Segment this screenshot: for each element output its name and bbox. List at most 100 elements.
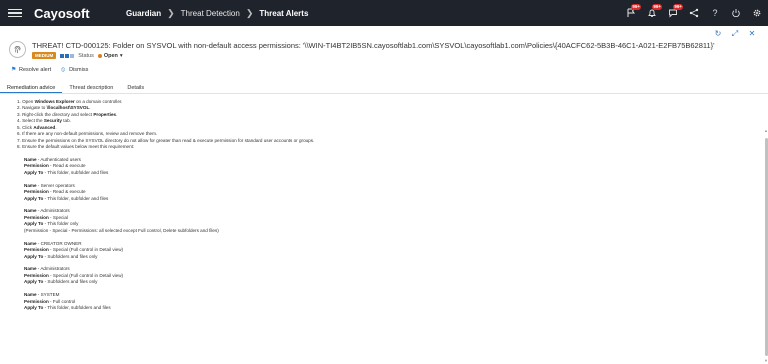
field-label: Apply To	[24, 253, 44, 259]
tasks-button[interactable]: 99+	[668, 4, 683, 18]
severity-row: MEDIUM Status Open ▾	[32, 52, 123, 59]
field-label: Name	[24, 266, 37, 272]
notifications-button[interactable]: 99+	[626, 4, 641, 18]
field-label: Name	[24, 208, 37, 214]
close-button[interactable]: ✕	[748, 30, 756, 38]
refresh-button[interactable]: ↻	[714, 30, 722, 38]
resolve-alert-label: Resolve alert	[19, 67, 52, 73]
severity-level-indicator	[60, 53, 75, 58]
step-text: 7. Ensure the permissions on the SYSVOL …	[17, 137, 315, 143]
scroll-down-icon[interactable]: ▼	[764, 358, 768, 363]
field-label: Name	[24, 182, 37, 188]
share-button[interactable]	[689, 8, 699, 18]
breadcrumb-item-threat-detection[interactable]: Threat Detection	[181, 9, 240, 18]
step-emphasis: Security	[43, 118, 62, 124]
status-value[interactable]: Open ▾	[97, 52, 123, 59]
field-value: Special (Full control in Detail view)	[52, 272, 124, 278]
severity-badge: MEDIUM	[32, 52, 57, 59]
field-value: Server operators	[40, 182, 75, 188]
field-label: Apply To	[24, 221, 44, 227]
field-value: This folder, subfolders and files	[47, 305, 111, 310]
step-text: 3. Right-click the directory and select	[17, 111, 94, 117]
remediation-content: 1. Open Windows Explorer on a domain con…	[17, 99, 314, 311]
alert-actions: ⚑ Resolve alert ⦸ Dismiss	[11, 67, 88, 73]
step-text: 6. If there are any non-default permissi…	[17, 131, 158, 137]
status-dot-icon	[97, 53, 102, 58]
field-label: Name	[24, 156, 37, 162]
expand-icon: ⤢	[731, 29, 739, 38]
field-value: This folder, subfolder and files	[47, 169, 109, 175]
alerts-button[interactable]: 99+	[647, 4, 662, 18]
permission-apply-to-line: Apply To - This folder, subfolders and f…	[17, 305, 314, 311]
field-value: Authenticated users	[40, 156, 81, 162]
step-text: .	[116, 111, 118, 117]
field-label: Permission	[24, 247, 49, 253]
field-value: Read & execute	[52, 163, 86, 169]
chevron-right-icon: ❯	[167, 7, 175, 18]
tab-bar: Remediation advice Threat description De…	[0, 83, 768, 94]
menu-icon[interactable]	[8, 8, 22, 18]
step-text: 2. Navigate to	[17, 105, 47, 111]
breadcrumb-item-guardian[interactable]: Guardian	[126, 9, 161, 18]
resolve-icon: ⚑	[11, 67, 17, 73]
tab-details[interactable]: Details	[120, 83, 151, 93]
field-label: Permission	[24, 272, 49, 278]
threat-type-icon	[9, 41, 26, 58]
scroll-up-icon[interactable]: ▲	[764, 128, 768, 133]
step-text: 5. Click	[17, 124, 34, 130]
field-label: Apply To	[24, 305, 44, 310]
field-label: Apply To	[24, 279, 44, 285]
field-label: Apply To	[24, 169, 44, 175]
field-label: Permission	[24, 189, 49, 195]
field-value: Subfolders and files only	[47, 279, 98, 285]
step-text: 1. Open	[17, 99, 35, 104]
fingerprint-icon	[14, 45, 21, 54]
field-label: Name	[24, 240, 37, 246]
field-value: Administrators	[40, 266, 70, 272]
tab-remediation-advice[interactable]: Remediation advice	[0, 83, 63, 93]
top-bar-icons: 99+ 99+ 99+ ?	[626, 0, 762, 26]
dismiss-icon: ⦸	[61, 67, 66, 73]
status-value-text: Open	[103, 52, 118, 59]
status-label: Status	[78, 52, 94, 59]
power-icon	[732, 9, 740, 18]
power-button[interactable]	[731, 8, 741, 18]
field-value: Special (Full control in Detail view)	[52, 247, 124, 253]
chevron-right-icon: ❯	[245, 7, 254, 18]
step-emphasis: Windows Explorer	[34, 99, 75, 104]
app-logo[interactable]: Cayosoft	[34, 6, 126, 21]
step-text: 4. Select the	[17, 118, 44, 124]
field-value: CREATOR OWNER	[40, 240, 82, 246]
step-emphasis: Properties	[93, 111, 117, 117]
field-value: This folder only	[47, 221, 79, 227]
notifications-badge: 99+	[631, 4, 641, 10]
field-label: Permission	[24, 163, 49, 169]
top-navigation-bar: Cayosoft Guardian ❯ Threat Detection ❯ T…	[0, 0, 768, 26]
settings-button[interactable]	[752, 8, 762, 18]
step-text: 8. Ensure the default values below meet …	[17, 144, 135, 150]
field-value: This folder, subfolder and files	[47, 195, 109, 201]
dismiss-label: Dismiss	[69, 67, 89, 73]
step-text: .	[89, 105, 91, 111]
tab-threat-description[interactable]: Threat description	[62, 83, 120, 93]
help-button[interactable]: ?	[710, 8, 720, 18]
field-value: Administrators	[40, 208, 70, 214]
close-icon: ✕	[748, 29, 756, 38]
resolve-alert-button[interactable]: ⚑ Resolve alert	[11, 67, 51, 73]
dismiss-button[interactable]: ⦸ Dismiss	[61, 67, 88, 73]
field-label: Apply To	[24, 195, 44, 201]
help-icon: ?	[712, 8, 718, 18]
field-value: SYSTEM	[40, 292, 60, 298]
tasks-badge: 99+	[673, 4, 683, 10]
expand-button[interactable]: ⤢	[731, 30, 739, 38]
threat-title: THREAT! CTD-000125: Folder on SYSVOL wit…	[32, 41, 715, 50]
field-value: Full control	[52, 298, 76, 304]
field-value: Read & execute	[52, 189, 86, 195]
step-emphasis: Advanced	[33, 124, 56, 130]
window-actions: ↻ ⤢ ✕	[714, 30, 756, 38]
field-value: Subfolders and files only	[47, 253, 98, 259]
field-label: Name	[24, 292, 37, 298]
field-label: Permission	[24, 298, 49, 304]
chevron-down-icon: ▾	[119, 52, 123, 59]
gear-icon	[753, 9, 761, 17]
